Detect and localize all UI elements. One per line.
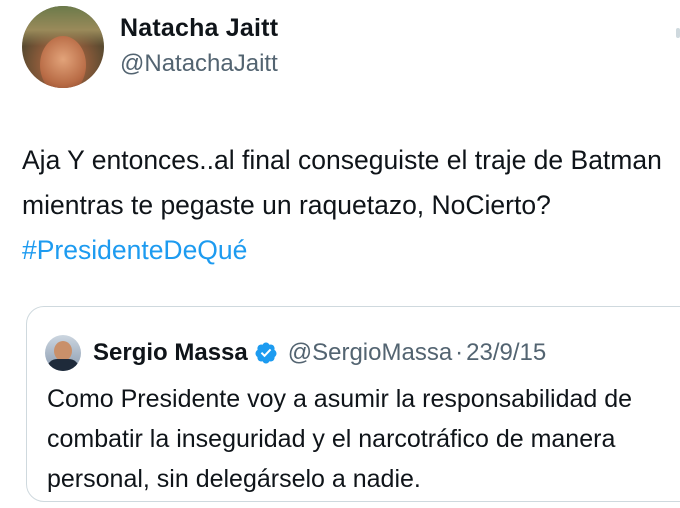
header-separator: · (455, 339, 464, 366)
hashtag-link[interactable]: #PresidenteDeQué (22, 235, 247, 265)
author-name[interactable]: Natacha Jaitt (120, 14, 278, 43)
tweet-body: Aja Y entonces..al final conseguiste el … (22, 145, 662, 220)
more-options-icon[interactable] (676, 28, 680, 38)
quoted-avatar-suit (47, 359, 79, 371)
avatar-face (40, 36, 86, 88)
author-handle[interactable]: @NatachaJaitt (120, 50, 278, 78)
verified-badge-icon (255, 342, 277, 364)
quoted-date[interactable]: 23/9/15 (466, 339, 546, 367)
quoted-tweet-card[interactable]: Sergio Massa @SergioMassa · 23/9/15 Como… (26, 306, 680, 502)
quoted-author-name[interactable]: Sergio Massa (93, 339, 248, 367)
quoted-avatar[interactable] (45, 335, 81, 371)
quoted-tweet-text: Como Presidente voy a asumir la responsa… (47, 385, 633, 493)
quoted-avatar-face (54, 341, 72, 361)
quoted-header: Sergio Massa @SergioMassa · 23/9/15 (93, 335, 546, 371)
quoted-author-handle[interactable]: @SergioMassa (288, 339, 452, 367)
author-avatar[interactable] (22, 6, 104, 88)
tweet-text: Aja Y entonces..al final conseguiste el … (22, 138, 662, 273)
